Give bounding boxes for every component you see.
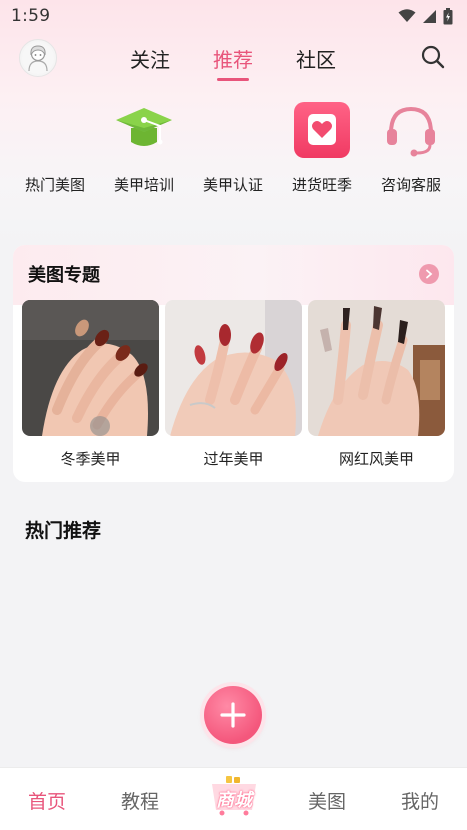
nav-tutorial[interactable]: 教程: [110, 787, 170, 814]
topic-title: 美图专题: [28, 265, 100, 286]
category-nail-certification[interactable]: 美甲认证: [188, 100, 278, 200]
nail-photo-trendy: [308, 300, 445, 436]
category-shortcuts: 热门美图 美甲培训 美甲认证 进货旺季 咨询客服: [0, 100, 467, 200]
topic-item-trendy[interactable]: 网红风美甲: [308, 300, 445, 469]
plus-icon: [220, 702, 246, 728]
category-label: 美甲培训: [113, 176, 174, 194]
nail-photo-winter: [22, 300, 159, 436]
topic-label: 网红风美甲: [338, 450, 414, 468]
topic-card: 美图专题 冬季美甲 过年美甲 网红风美甲: [13, 245, 454, 482]
topic-item-new-year[interactable]: 过年美甲: [165, 300, 302, 469]
add-post-button[interactable]: [204, 686, 262, 744]
category-label: 美甲认证: [202, 176, 263, 194]
search-icon: [421, 45, 445, 69]
tab-follow[interactable]: 关注: [130, 44, 170, 73]
nav-shop[interactable]: 商城: [208, 774, 260, 816]
battery-icon: [443, 7, 453, 24]
chevron-right-icon: [426, 269, 433, 279]
certification-icon: [203, 100, 263, 160]
wifi-icon: [398, 9, 416, 22]
category-stock-season[interactable]: 进货旺季: [277, 100, 367, 200]
hot-image-icon: [25, 100, 85, 160]
avatar[interactable]: [19, 39, 57, 77]
status-bar: 1:59: [0, 0, 467, 32]
signal-icon: [423, 9, 436, 23]
active-tab-indicator: [217, 78, 249, 81]
nav-gallery[interactable]: 美图: [297, 787, 357, 814]
headset-icon: [381, 100, 441, 160]
topic-more-button[interactable]: [419, 264, 439, 284]
category-nail-training[interactable]: 美甲培训: [99, 100, 189, 200]
heart-bag-icon: [292, 100, 352, 160]
category-label: 咨询客服: [380, 176, 441, 194]
graduation-cap-icon: [114, 100, 174, 160]
bottom-navigation: 首页 教程 商城 美图 我的: [0, 767, 467, 830]
nav-profile[interactable]: 我的: [390, 787, 450, 814]
category-label: 进货旺季: [291, 176, 352, 194]
nav-home[interactable]: 首页: [17, 787, 77, 814]
tab-community[interactable]: 社区: [296, 44, 336, 73]
search-button[interactable]: [420, 44, 446, 70]
topic-label: 冬季美甲: [60, 450, 121, 468]
hot-recommend-title: 热门推荐: [25, 520, 102, 542]
status-icons: [398, 7, 453, 25]
status-time: 1:59: [11, 6, 51, 26]
nav-shop-label: 商城: [216, 790, 252, 811]
topic-item-winter[interactable]: 冬季美甲: [22, 300, 159, 469]
category-label: 热门美图: [24, 176, 85, 194]
tab-recommend[interactable]: 推荐: [213, 44, 253, 73]
topic-label: 过年美甲: [203, 450, 264, 468]
category-customer-service[interactable]: 咨询客服: [366, 100, 456, 200]
category-hot-images[interactable]: 热门美图: [10, 100, 100, 200]
top-header: 关注 推荐 社区: [0, 36, 467, 84]
user-avatar-icon: [22, 42, 54, 74]
nail-photo-new-year: [165, 300, 302, 436]
